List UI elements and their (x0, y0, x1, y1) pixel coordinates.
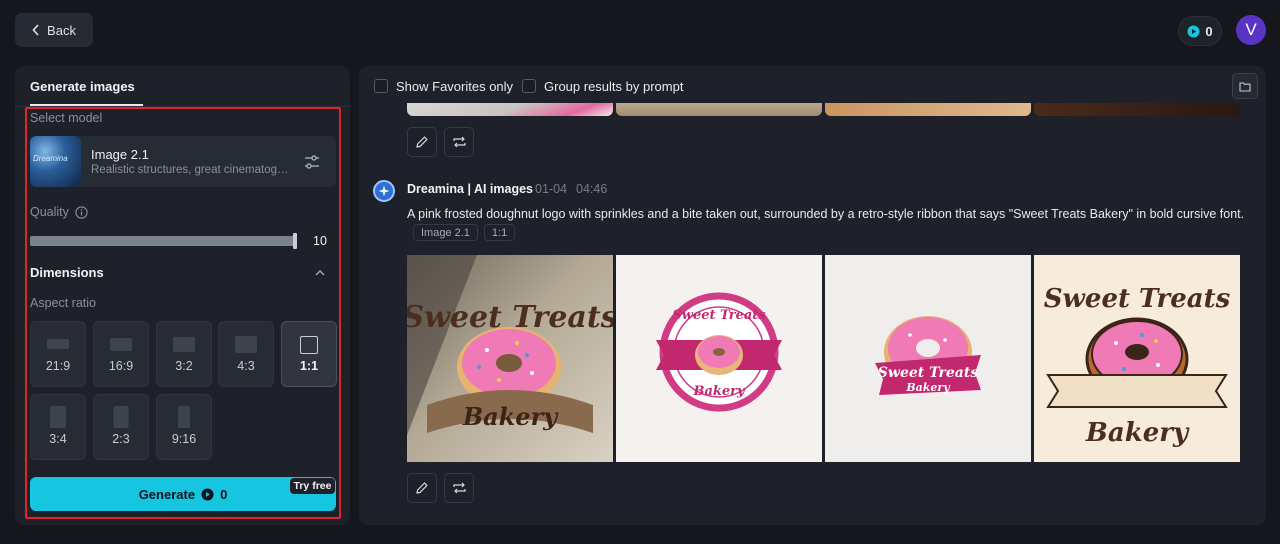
generate-label: Generate (138, 486, 196, 502)
result-image-2[interactable]: Sweet Treats Bakery (616, 255, 822, 462)
group-by-prompt-checkbox[interactable] (522, 79, 536, 93)
image-title-text: Sweet Treats (878, 365, 979, 381)
prompt-body: A pink frosted doughnut logo with sprink… (407, 207, 1245, 221)
ratio-shape-icon (178, 406, 190, 428)
ratio-option-21-9[interactable]: 21:9 (30, 321, 86, 387)
ratio-option-1-1[interactable]: 1:1 (281, 321, 337, 387)
ratio-shape-icon (110, 338, 132, 351)
result-date: 01-04 (535, 182, 567, 196)
refresh-icon (452, 136, 466, 148)
previous-result-image[interactable] (825, 103, 1031, 116)
aspect-ratio-label: Aspect ratio (30, 296, 97, 310)
quality-label: Quality (30, 205, 88, 219)
group-by-prompt-label[interactable]: Group results by prompt (544, 79, 683, 94)
ratio-label: 4:3 (237, 359, 255, 373)
image-subtitle-text: Bakery (462, 402, 559, 431)
sliders-icon[interactable] (302, 152, 322, 172)
ratio-option-3-4[interactable]: 3:4 (30, 394, 86, 460)
credit-icon (1187, 25, 1200, 37)
divider (15, 106, 350, 107)
previous-result-image[interactable] (616, 103, 822, 116)
pencil-icon (416, 482, 428, 494)
model-thumbnail: Dreamina (30, 136, 81, 187)
model-description: Realistic structures, great cinematograp… (91, 164, 291, 176)
avatar[interactable]: V (1236, 15, 1266, 45)
quality-slider-handle[interactable] (293, 233, 297, 249)
result-image-4[interactable]: Sweet Treats Bakery (1034, 255, 1240, 462)
try-free-badge: Try free (290, 478, 335, 494)
ratio-label: 21:9 (45, 359, 71, 373)
model-selector[interactable]: Dreamina Image 2.1 Realistic structures,… (30, 136, 336, 187)
dreamina-logo-icon (373, 180, 395, 202)
ratio-option-2-3[interactable]: 2:3 (93, 394, 149, 460)
credits-count: 0 (1205, 23, 1213, 39)
ratio-shape-icon (300, 336, 318, 354)
ratio-shape-icon (235, 336, 257, 353)
back-button[interactable]: Back (15, 13, 93, 47)
back-label: Back (47, 22, 76, 38)
ratio-label: 1:1 (299, 359, 319, 373)
credit-icon (201, 488, 214, 500)
ratio-label: 9:16 (171, 432, 197, 446)
tab-generate-images[interactable]: Generate images (30, 79, 135, 94)
ratio-label: 2:3 (112, 432, 130, 446)
generate-cost: 0 (220, 486, 228, 502)
image-subtitle-text: Bakery (692, 384, 746, 399)
result-time: 04:46 (576, 182, 608, 196)
previous-result-image[interactable] (407, 103, 613, 116)
favorites-label[interactable]: Show Favorites only (396, 79, 513, 94)
ratio-tag[interactable]: 1:1 (483, 224, 516, 242)
ratio-label: 16:9 (108, 359, 134, 373)
model-thumb-text: Dreamina (33, 154, 68, 163)
quality-slider[interactable] (30, 236, 296, 246)
ratio-shape-icon (47, 339, 69, 349)
regenerate-button[interactable] (444, 127, 474, 157)
result-image-3[interactable]: Sweet Treats Bakery (825, 255, 1031, 462)
image-title-text: Sweet Treats (672, 308, 766, 323)
folder-icon (1239, 81, 1251, 92)
chevron-up-icon[interactable] (313, 266, 327, 280)
pencil-icon (416, 136, 428, 148)
edit-button[interactable] (407, 473, 437, 503)
quality-label-text: Quality (30, 205, 69, 219)
chevron-left-icon (32, 24, 39, 36)
model-name: Image 2.1 (91, 147, 149, 162)
result-image-1[interactable]: Sweet Treats Bakery (407, 255, 613, 462)
image-subtitle-text: Bakery (905, 381, 951, 394)
favorites-checkbox[interactable] (374, 79, 388, 93)
prompt-text: A pink frosted doughnut logo with sprink… (407, 205, 1247, 242)
edit-button[interactable] (407, 127, 437, 157)
info-icon[interactable] (75, 205, 88, 219)
ratio-shape-icon (50, 406, 66, 428)
image-subtitle-text: Bakery (1085, 418, 1190, 448)
results-panel: Show Favorites only Group results by pro… (359, 66, 1266, 525)
refresh-icon (452, 482, 466, 494)
ratio-label: 3:4 (49, 432, 67, 446)
image-title-text: Sweet Treats (1044, 284, 1231, 314)
ratio-option-9-16[interactable]: 9:16 (156, 394, 212, 460)
ratio-option-16-9[interactable]: 16:9 (93, 321, 149, 387)
ratio-option-4-3[interactable]: 4:3 (218, 321, 274, 387)
previous-result-image[interactable] (1034, 103, 1240, 116)
ratio-shape-icon (173, 337, 195, 352)
regenerate-button[interactable] (444, 473, 474, 503)
author-name: Dreamina | AI images (407, 182, 534, 196)
select-model-label: Select model (30, 111, 103, 125)
folder-button[interactable] (1232, 73, 1258, 99)
ratio-option-3-2[interactable]: 3:2 (156, 321, 212, 387)
credits-badge[interactable]: 0 (1178, 16, 1222, 46)
dimensions-title: Dimensions (30, 265, 104, 280)
ratio-label: 3:2 (175, 359, 193, 373)
ratio-shape-icon (113, 406, 129, 428)
model-tag[interactable]: Image 2.1 (413, 224, 478, 242)
quality-value: 10 (313, 234, 327, 248)
